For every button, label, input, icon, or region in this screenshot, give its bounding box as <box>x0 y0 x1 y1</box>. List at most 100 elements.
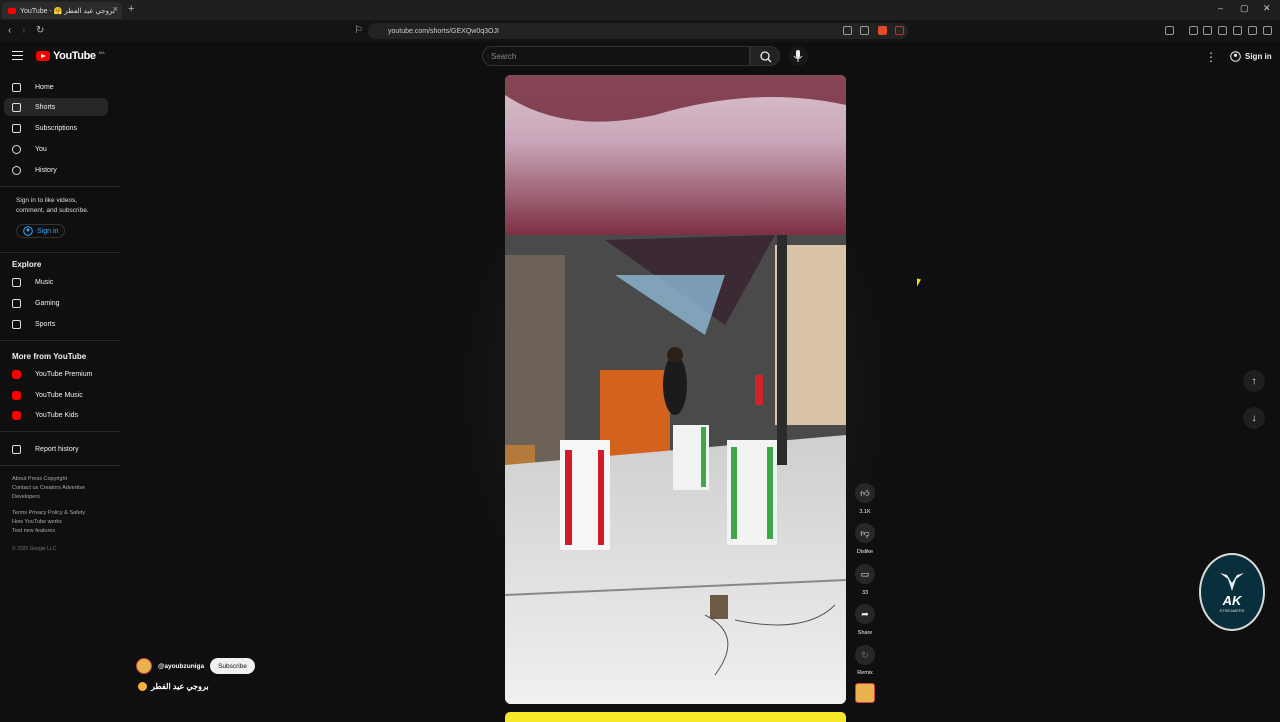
sidebar-item-youtube-music[interactable]: YouTube Music <box>4 386 108 404</box>
close-tab-icon[interactable]: × <box>113 4 118 14</box>
footer-line[interactable]: How YouTube works <box>12 518 112 527</box>
media-icon[interactable] <box>1189 26 1198 35</box>
search-input[interactable]: Search <box>482 46 750 66</box>
sidebar-item-shorts[interactable]: Shorts <box>4 98 108 116</box>
sidebar-sign-in-label: Sign in <box>37 227 59 235</box>
bookmark-icon[interactable]: ⚐ <box>354 25 363 36</box>
next-short-button[interactable]: ↓ <box>1243 407 1265 429</box>
new-tab-button[interactable]: + <box>128 3 134 15</box>
close-window-button[interactable]: ✕ <box>1263 3 1271 14</box>
subscribe-button[interactable]: Subscribe <box>210 658 255 674</box>
back-icon[interactable]: ‹ <box>8 25 11 36</box>
account-icon <box>1230 50 1241 62</box>
watermark-text: AK <box>1222 593 1242 608</box>
sidebar-item-youtube-kids[interactable]: YouTube Kids <box>4 406 108 424</box>
sidebar: Home Shorts Subscriptions You History Si… <box>0 72 120 720</box>
footer-line[interactable]: About Press Copyright <box>12 475 112 484</box>
youtube-favicon-icon <box>8 7 16 14</box>
sidebar-item-label: Shorts <box>35 103 56 111</box>
footer-line[interactable]: Test new features <box>12 527 112 536</box>
music-icon <box>12 277 21 287</box>
share-page-icon[interactable] <box>860 26 869 35</box>
rewards-icon[interactable] <box>895 26 904 35</box>
comments-button[interactable]: ▭ <box>855 564 875 584</box>
thumbs-up-icon: 👍︎ <box>860 487 870 498</box>
shorts-video-player[interactable] <box>505 75 846 704</box>
short-title-text: بروجي عيد الفطر <box>151 682 209 691</box>
footer-line[interactable]: Terms Privacy Policy & Safety <box>12 509 112 518</box>
maximize-button[interactable]: ▢ <box>1240 3 1249 14</box>
comment-count: 33 <box>861 590 869 596</box>
voice-search-button[interactable] <box>788 46 808 66</box>
footer-links-secondary[interactable]: Terms Privacy Policy & Safety How YouTub… <box>12 509 112 536</box>
share-label: Share <box>857 630 873 636</box>
channel-handle[interactable]: @ayoubzuniga <box>158 663 204 670</box>
sign-in-button[interactable]: Sign in <box>1224 47 1278 65</box>
minimize-button[interactable]: – <box>1218 3 1223 13</box>
brave-shield-icon[interactable] <box>878 26 887 35</box>
sidebar-item-sports[interactable]: Sports <box>4 315 108 333</box>
divider <box>0 465 120 466</box>
guide-menu-icon[interactable] <box>12 51 23 60</box>
cast-icon[interactable] <box>843 26 852 35</box>
extension-icon[interactable] <box>1165 26 1174 35</box>
youtube-premium-icon <box>12 369 21 379</box>
wallet-icon[interactable] <box>1218 26 1227 35</box>
sidebar-item-home[interactable]: Home <box>4 78 108 96</box>
share-icon: ➦ <box>861 608 869 619</box>
vpn-icon[interactable] <box>1248 26 1257 35</box>
channel-avatar[interactable] <box>136 658 152 674</box>
like-count: 3.1K <box>859 509 871 515</box>
watermark-subtext: STREAMERS <box>1219 608 1245 613</box>
sidebar-item-history[interactable]: History <box>4 161 108 179</box>
microphone-icon <box>793 50 803 62</box>
sidebar-item-you[interactable]: You <box>4 140 108 158</box>
account-icon <box>23 226 33 236</box>
search-button[interactable] <box>750 46 780 66</box>
arrow-up-icon: ↑ <box>1251 375 1257 387</box>
video-frame <box>505 75 846 704</box>
sound-avatar[interactable] <box>855 683 875 703</box>
sign-in-label: Sign in <box>1245 51 1272 61</box>
settings-kebab-icon[interactable]: ⋮ <box>1205 50 1217 64</box>
sidebar-item-label: YouTube Premium <box>35 370 93 378</box>
short-title[interactable]: بروجي عيد الفطر <box>138 682 209 691</box>
leo-icon[interactable] <box>1233 26 1242 35</box>
address-bar[interactable]: youtube.com/shorts/GEXQw0q3OJI <box>368 23 908 39</box>
home-icon <box>12 82 21 92</box>
browser-tab-bar: YouTube - 🤗 بروجي عيد الفطر × + – ▢ ✕ <box>0 0 1280 20</box>
reload-icon[interactable]: ↻ <box>36 25 44 36</box>
logo-text: YouTube <box>53 50 96 62</box>
youtube-music-icon <box>12 390 21 400</box>
search-placeholder: Search <box>491 51 517 61</box>
footer-line[interactable]: Developers <box>12 493 112 502</box>
forward-icon[interactable]: › <box>22 25 25 36</box>
sidebar-toggle-icon[interactable] <box>1203 26 1212 35</box>
flag-icon <box>12 444 21 454</box>
sidebar-sign-in-button[interactable]: Sign in <box>16 224 66 238</box>
like-button[interactable]: 👍︎ <box>855 483 875 503</box>
sidebar-item-label: History <box>35 166 57 174</box>
remix-button[interactable]: ↻ <box>855 645 875 665</box>
youtube-kids-icon <box>12 410 21 420</box>
sidebar-item-gaming[interactable]: Gaming <box>4 294 108 312</box>
divider <box>0 340 120 341</box>
eagle-logo-icon <box>1220 573 1244 591</box>
share-button[interactable]: ➦ <box>855 604 875 624</box>
footer-links-primary[interactable]: About Press Copyright Contact us Creator… <box>12 475 112 502</box>
youtube-logo[interactable]: YouTube MA <box>36 50 105 62</box>
sidebar-item-report-history[interactable]: Report history <box>4 440 108 458</box>
previous-short-button[interactable]: ↑ <box>1243 370 1265 392</box>
browser-tab[interactable]: YouTube - 🤗 بروجي عيد الفطر × <box>2 2 122 19</box>
menu-icon[interactable] <box>1263 26 1272 35</box>
next-short-preview[interactable] <box>505 712 846 722</box>
thumbs-down-icon: 👎︎ <box>860 527 870 538</box>
sidebar-item-subscriptions[interactable]: Subscriptions <box>4 119 108 137</box>
dislike-button[interactable]: 👎︎ <box>855 523 875 543</box>
hugging-emoji-icon <box>138 682 147 691</box>
comment-icon: ▭ <box>860 568 870 579</box>
dislike-label: Dislike <box>856 549 874 555</box>
sidebar-item-music[interactable]: Music <box>4 273 108 291</box>
sidebar-item-youtube-premium[interactable]: YouTube Premium <box>4 365 108 383</box>
footer-line[interactable]: Contact us Creators Advertise <box>12 484 112 493</box>
